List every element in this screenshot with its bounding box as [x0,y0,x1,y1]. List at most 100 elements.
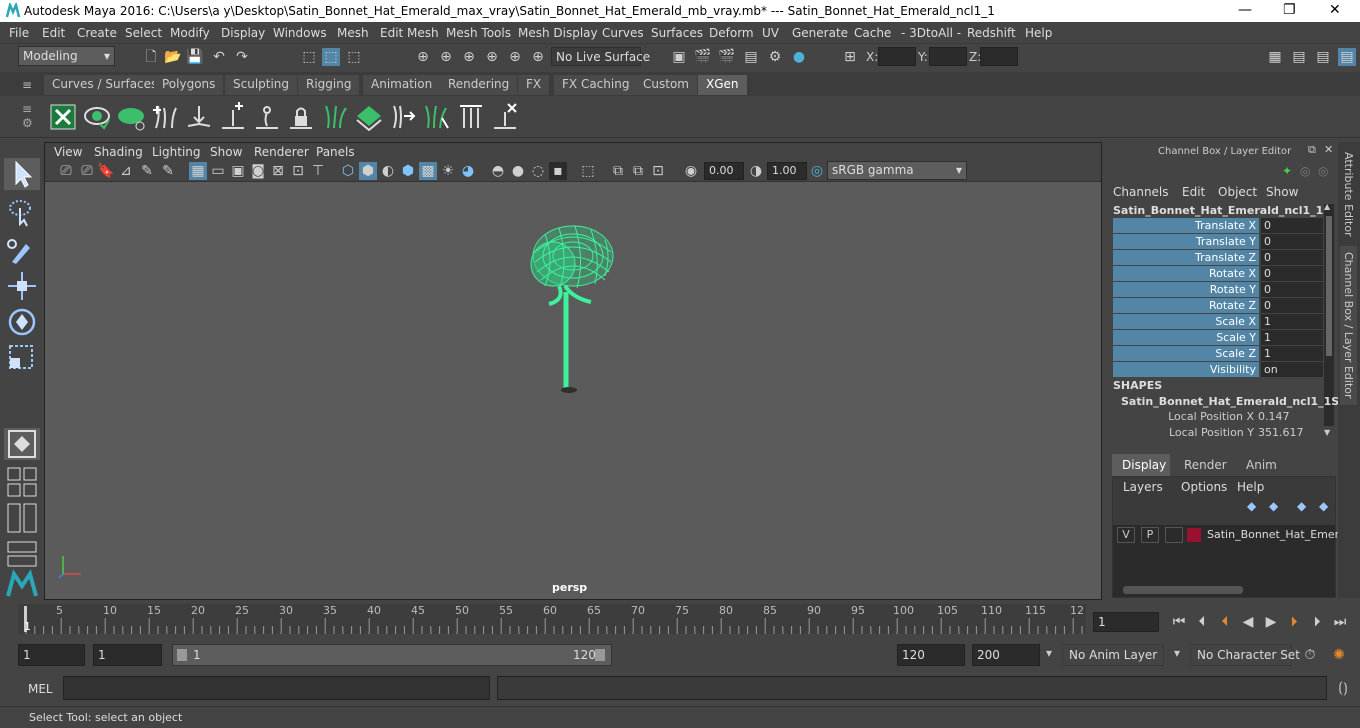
redo-icon[interactable]: ↷ [233,48,251,66]
layer-name[interactable]: Satin_Bonnet_Hat_Emera [1207,528,1346,541]
layer-visibility-toggle[interactable]: V [1117,527,1135,543]
snap-view-icon[interactable]: ⊕ [483,48,501,66]
snap-curve-icon[interactable]: ⊕ [437,48,455,66]
camera-attributes-icon[interactable]: ⎚ [78,162,96,180]
menu-3dtoall[interactable]: - 3DtoAll - [901,26,961,40]
grid-toggle-icon[interactable]: ▦ [189,162,207,180]
ipr-render-icon[interactable]: ▤ [742,48,760,66]
smooth-shade-icon[interactable]: ⬢ [359,162,377,180]
xgen-guide-move-icon[interactable] [184,102,214,132]
range-end-handle[interactable] [595,649,605,661]
range-start-handle[interactable] [177,649,187,661]
render-settings-icon[interactable]: ⚙ [766,48,784,66]
rotate-tool-icon[interactable] [4,306,40,338]
range-slider[interactable]: 1 120 [172,644,612,666]
exposure-input[interactable]: 0.00 [704,162,744,180]
xgen-sculpt-guide-icon[interactable] [252,102,282,132]
playback-start-input[interactable]: 1 [93,644,162,666]
xray-joints-icon[interactable]: ⧉ [609,162,627,180]
menu-mesh-display[interactable]: Mesh Display [518,26,598,40]
viewport-scene[interactable] [45,182,1101,599]
menu-edit-mesh[interactable]: Edit Mesh [380,26,439,40]
tab-display[interactable]: Display [1112,454,1170,476]
modeling-toolkit-icon[interactable]: ▦ [1266,48,1284,66]
anim-layer-chevron-icon[interactable]: ▾ [1046,646,1052,660]
mel-input[interactable] [63,676,490,700]
time-ruler[interactable]: 5 10 15 20 25 30 35 40 45 50 55 60 65 70… [18,604,1086,634]
minimize-icon[interactable]: — [1238,2,1252,18]
maya-home-icon[interactable] [4,568,40,600]
persp-graph-layout-icon[interactable] [4,538,40,570]
gamma-input[interactable]: 1.00 [767,162,807,180]
menu-uv[interactable]: UV [762,26,779,40]
cb-menu-object[interactable]: Object [1218,185,1257,199]
new-scene-icon[interactable]: 🗋 [142,48,160,66]
local-position-y-value[interactable]: 351.617 [1258,426,1304,439]
menu-mesh[interactable]: Mesh [337,26,369,40]
vp-menu-view[interactable]: View [54,145,82,159]
vp-menu-lighting[interactable]: Lighting [152,145,201,159]
shadows-icon[interactable]: ◕ [459,162,477,180]
menu-windows[interactable]: Windows [273,26,327,40]
channel-rotate-x[interactable]: Rotate X0 [1113,266,1323,281]
move-layer-up-icon[interactable]: ◆ [1247,499,1256,513]
camera-select-icon[interactable]: ⎚ [57,162,75,180]
xgen-density-icon[interactable] [354,102,384,132]
exposure-icon[interactable]: ◉ [682,162,700,180]
wireframe-on-shaded-icon[interactable]: ◐ [379,162,397,180]
xray-icon[interactable]: ▩ [419,162,437,180]
manipulator-icon[interactable]: ✦ [1282,164,1292,178]
close-icon[interactable]: ✕ [1329,2,1341,18]
local-position-y-label[interactable]: Local Position Y [1108,426,1254,439]
tab-xgen[interactable]: XGen [698,75,747,95]
step-back-frame-icon[interactable]: ⏴ [1193,613,1211,631]
backface-cull-icon[interactable]: ⊡ [649,162,667,180]
tab-channel-box-layer-editor[interactable]: Channel Box / Layer Editor [1340,246,1357,405]
gamma-icon[interactable]: ◑ [747,162,765,180]
depth-of-field-icon[interactable]: ▪ [549,162,567,180]
channel-rotate-y[interactable]: Rotate Y0 [1113,282,1323,297]
save-scene-icon[interactable]: 💾 [186,48,204,66]
four-view-layout-icon[interactable] [4,466,40,498]
gate-mask-icon[interactable]: ◙ [249,162,267,180]
channel-rotate-z[interactable]: Rotate Z0 [1113,298,1323,313]
safe-action-icon[interactable]: ⊡ [289,162,307,180]
close-panel-icon[interactable]: ✕ [1324,143,1333,156]
lasso-tool-icon[interactable] [4,196,40,228]
xgen-create-guide-icon[interactable] [150,102,180,132]
vp-menu-show[interactable]: Show [210,145,242,159]
paint-select-tool-icon[interactable] [4,234,40,266]
tab-sculpting[interactable]: Sculpting [225,75,298,95]
tab-animation[interactable]: Animation [363,75,441,95]
single-perspective-layout-icon[interactable] [4,428,40,460]
step-forward-frame-icon[interactable]: ⏵ [1308,613,1326,631]
channel-scale-z[interactable]: Scale Z1 [1113,346,1323,361]
playback-end-input[interactable]: 120 [897,644,965,666]
2d-pan-zoom-icon[interactable]: ✎ [159,162,177,180]
channel-translate-x[interactable]: Translate X0 [1113,218,1323,233]
tab-custom[interactable]: Custom [635,75,697,95]
menu-curves[interactable]: Curves [602,26,644,40]
use-all-lights-icon[interactable]: ☀ [439,162,457,180]
go-to-end-icon[interactable]: ⏭ [1331,613,1349,631]
tab-render[interactable]: Render [1174,454,1232,476]
xgen-preview-icon[interactable] [82,102,112,132]
live-surface-field[interactable]: No Live Surface [551,47,650,66]
menu-select[interactable]: Select [125,26,162,40]
animation-preferences-icon[interactable]: ✺ [1330,646,1348,664]
menu-surfaces[interactable]: Surfaces [651,26,703,40]
ambient-occlusion-icon[interactable]: ◓ [489,162,507,180]
scroll-up-icon[interactable]: ▲ [1324,202,1330,211]
layer-type-toggle[interactable] [1165,527,1183,543]
snap-grid-icon[interactable]: ⊕ [414,48,432,66]
render-frame-icon[interactable]: 🎬 [718,48,736,66]
safe-title-icon[interactable]: ⊤ [309,162,327,180]
tab-anim[interactable]: Anim [1236,454,1286,476]
local-position-x-label[interactable]: Local Position X [1108,410,1254,423]
menu-create[interactable]: Create [77,26,117,40]
select-tool-icon[interactable] [4,158,40,190]
channel-box-toggle-icon[interactable]: ▤ [1338,48,1356,66]
xray-active-icon[interactable]: ⧉ [629,162,647,180]
xgen-groom-icon[interactable] [320,102,350,132]
wireframe-icon[interactable]: ⬡ [339,162,357,180]
